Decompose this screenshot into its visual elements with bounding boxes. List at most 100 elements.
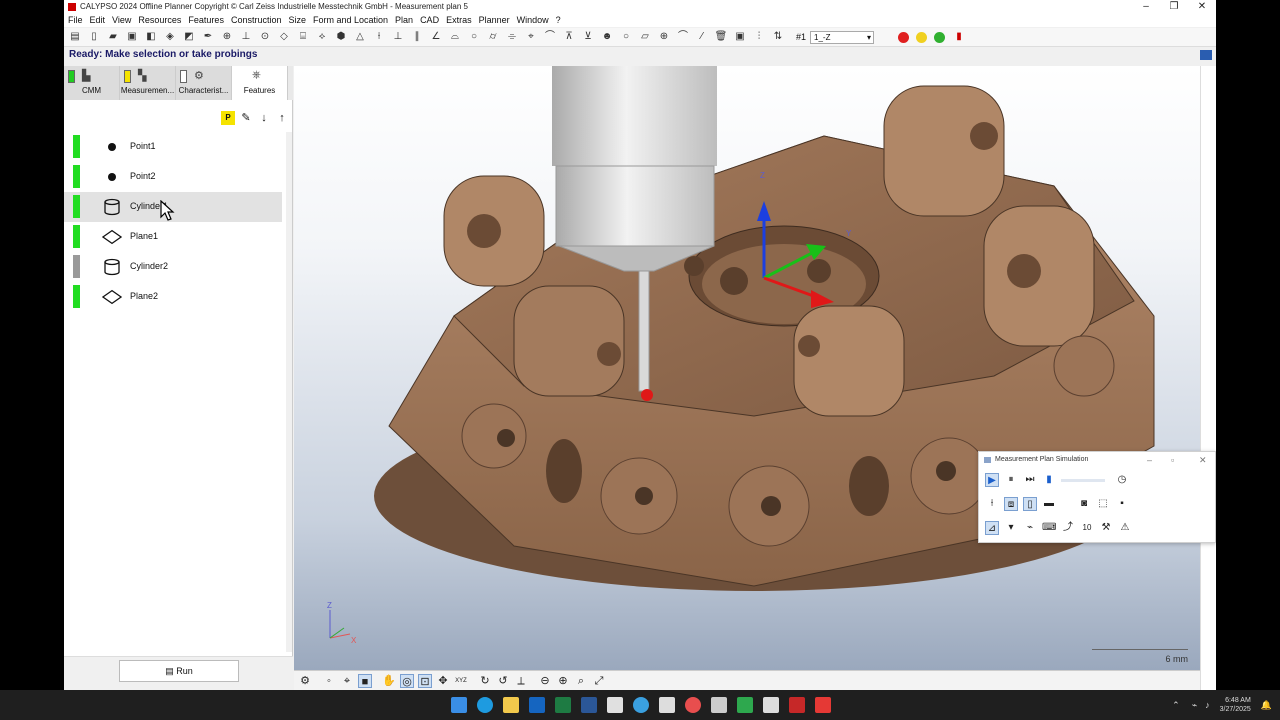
timer-icon[interactable]: ◷ bbox=[1115, 473, 1129, 487]
probe-icon[interactable]: ◈ bbox=[163, 30, 177, 44]
fixture-option-icon[interactable]: ◙ bbox=[1077, 497, 1091, 511]
menu-planner[interactable]: Planner bbox=[479, 15, 510, 25]
zoom-search-icon[interactable]: ⌕ bbox=[574, 674, 588, 688]
cmm-option-icon[interactable]: ⧈ bbox=[1004, 497, 1018, 511]
rotate-ccw-icon[interactable]: ↺ bbox=[496, 674, 510, 688]
cmm-icon[interactable]: ◧ bbox=[144, 30, 158, 44]
tab-measurement[interactable]: ▚ Measuremen... bbox=[120, 66, 176, 100]
screen-icon[interactable]: ▣ bbox=[733, 30, 747, 44]
pause-icon[interactable]: ⏸ bbox=[1004, 473, 1018, 487]
measure-tool-icon[interactable]: ⊿ bbox=[985, 521, 999, 535]
play-icon[interactable]: ▶ bbox=[985, 473, 999, 487]
pan-icon[interactable]: ✥ bbox=[436, 674, 450, 688]
tray-chevron-icon[interactable]: ⌃ bbox=[1172, 700, 1180, 711]
status-yellow-dot[interactable] bbox=[916, 31, 928, 43]
feature-row[interactable]: Cylinder2 bbox=[64, 252, 282, 282]
parallelism-icon[interactable]: ∥ bbox=[410, 30, 424, 44]
sim-maximize-button[interactable]: ▫ bbox=[1171, 452, 1174, 468]
menu-extras[interactable]: Extras bbox=[446, 15, 472, 25]
stylus-option-icon[interactable]: ⍿ bbox=[985, 497, 999, 511]
probe-select-icon[interactable]: ⌖ bbox=[340, 674, 354, 688]
feature-list-scrollbar[interactable] bbox=[286, 132, 292, 652]
menu-resources[interactable]: Resources bbox=[138, 15, 181, 25]
p-button[interactable]: P bbox=[221, 111, 235, 125]
menu-help[interactable]: ? bbox=[556, 15, 561, 25]
tab-features[interactable]: ⎈ Features bbox=[232, 66, 288, 100]
person-icon[interactable]: ☻ bbox=[600, 30, 614, 44]
max-icon[interactable]: ⊻ bbox=[581, 30, 595, 44]
new-file-icon[interactable]: ▯ bbox=[87, 30, 101, 44]
volume-icon[interactable]: ♪ bbox=[1205, 700, 1210, 710]
cylinder-feature-icon[interactable]: ⌸ bbox=[296, 30, 310, 44]
outlook-icon[interactable] bbox=[529, 697, 545, 713]
edge-browser-icon[interactable] bbox=[477, 697, 493, 713]
feature-row[interactable]: Plane2 bbox=[64, 282, 282, 312]
save-icon[interactable]: ▣ bbox=[125, 30, 139, 44]
position-icon[interactable]: ⌖ bbox=[524, 30, 538, 44]
sim-close-button[interactable]: ✕ bbox=[1199, 452, 1207, 468]
base-system-icon[interactable]: ⊥ bbox=[239, 30, 253, 44]
tab-cmm[interactable]: ▙ CMM bbox=[64, 66, 120, 100]
plane-feature-icon[interactable]: ◇ bbox=[277, 30, 291, 44]
word-icon[interactable] bbox=[581, 697, 597, 713]
table-option-icon[interactable]: ▬ bbox=[1042, 497, 1056, 511]
menu-cad[interactable]: CAD bbox=[420, 15, 439, 25]
point-select-icon[interactable]: ◦ bbox=[322, 674, 336, 688]
flatness-icon[interactable]: ⌓ bbox=[448, 30, 462, 44]
clearance-option-icon[interactable]: ▯ bbox=[1023, 497, 1037, 511]
stop-icon[interactable]: ▮ bbox=[952, 30, 966, 44]
record-tool-icon[interactable]: ⌁ bbox=[1023, 521, 1037, 535]
iso-view-icon[interactable]: ⟂ bbox=[514, 674, 528, 688]
pick-mode-icon[interactable]: ◎ bbox=[400, 673, 414, 688]
viewport-scrollbar[interactable] bbox=[1200, 66, 1216, 690]
feature-row-selected[interactable]: Cylinder1 bbox=[64, 192, 282, 222]
menu-size[interactable]: Size bbox=[288, 15, 306, 25]
windows-start-icon[interactable] bbox=[451, 697, 467, 713]
slash-icon[interactable]: ⁄ bbox=[695, 30, 709, 44]
cone-feature-icon[interactable]: ⟡ bbox=[315, 30, 329, 44]
menu-file[interactable]: File bbox=[68, 15, 83, 25]
status-red-dot[interactable] bbox=[898, 31, 910, 43]
fit-view-icon[interactable]: ⊡ bbox=[418, 673, 432, 688]
minimize-button[interactable]: – bbox=[1132, 0, 1160, 13]
stylus-icon[interactable]: ◩ bbox=[182, 30, 196, 44]
min-icon[interactable]: ⊼ bbox=[562, 30, 576, 44]
recorder-icon[interactable] bbox=[763, 697, 779, 713]
notepad-icon[interactable] bbox=[607, 697, 623, 713]
edit-pencil-icon[interactable]: ✎ bbox=[239, 111, 253, 125]
tray-clock[interactable]: 6:48 AM 3/27/2025 bbox=[1220, 696, 1251, 714]
move-down-icon[interactable]: ↓ bbox=[257, 111, 271, 125]
menu-window[interactable]: Window bbox=[517, 15, 549, 25]
circle-outline-icon[interactable]: ○ bbox=[619, 30, 633, 44]
plan-icon[interactable]: ▤ bbox=[68, 30, 82, 44]
open-folder-icon[interactable]: ▰ bbox=[106, 30, 120, 44]
notification-icon[interactable]: 🔔 bbox=[1261, 700, 1272, 711]
profile-icon[interactable]: ⌒ bbox=[543, 30, 557, 44]
speed-value[interactable]: 10 bbox=[1080, 521, 1094, 535]
tool-dropdown-icon[interactable]: ▾ bbox=[1004, 521, 1018, 535]
probe-stylus-icon[interactable]: ✒ bbox=[201, 30, 215, 44]
symmetry-icon[interactable]: ⌯ bbox=[505, 30, 519, 44]
file-explorer-icon[interactable] bbox=[503, 697, 519, 713]
close-button[interactable]: ✕ bbox=[1188, 0, 1216, 13]
menu-edit[interactable]: Edit bbox=[90, 15, 106, 25]
chrome-icon[interactable] bbox=[685, 697, 701, 713]
crosshair-icon[interactable]: ⊕ bbox=[657, 30, 671, 44]
cad-viewport[interactable]: Z Y Z X 6 mm bbox=[294, 66, 1200, 670]
snipping-tool-icon[interactable] bbox=[659, 697, 675, 713]
point-feature-icon[interactable]: △ bbox=[353, 30, 367, 44]
camtasia-icon[interactable] bbox=[737, 697, 753, 713]
collision-tool-icon[interactable]: ⚠ bbox=[1118, 521, 1132, 535]
alignment-dropdown[interactable]: 1_-Z bbox=[810, 30, 875, 44]
move-up-icon[interactable]: ↑ bbox=[275, 111, 289, 125]
zoom-out-icon[interactable]: ⊖ bbox=[538, 674, 552, 688]
feature-row[interactable]: Point1 bbox=[64, 132, 282, 162]
solid-option-icon[interactable]: ▪ bbox=[1115, 497, 1129, 511]
solid-view-icon[interactable]: ■ bbox=[358, 673, 372, 688]
line-feature-icon[interactable]: ⍿ bbox=[372, 30, 386, 44]
curve-icon[interactable]: ⌒ bbox=[676, 30, 690, 44]
run-button[interactable]: ▤ Run bbox=[119, 660, 239, 682]
sort-icon[interactable]: ⇅ bbox=[771, 30, 785, 44]
xyz-view-icon[interactable]: XYZ bbox=[454, 674, 468, 688]
perpendicularity-icon[interactable]: ⊥ bbox=[391, 30, 405, 44]
